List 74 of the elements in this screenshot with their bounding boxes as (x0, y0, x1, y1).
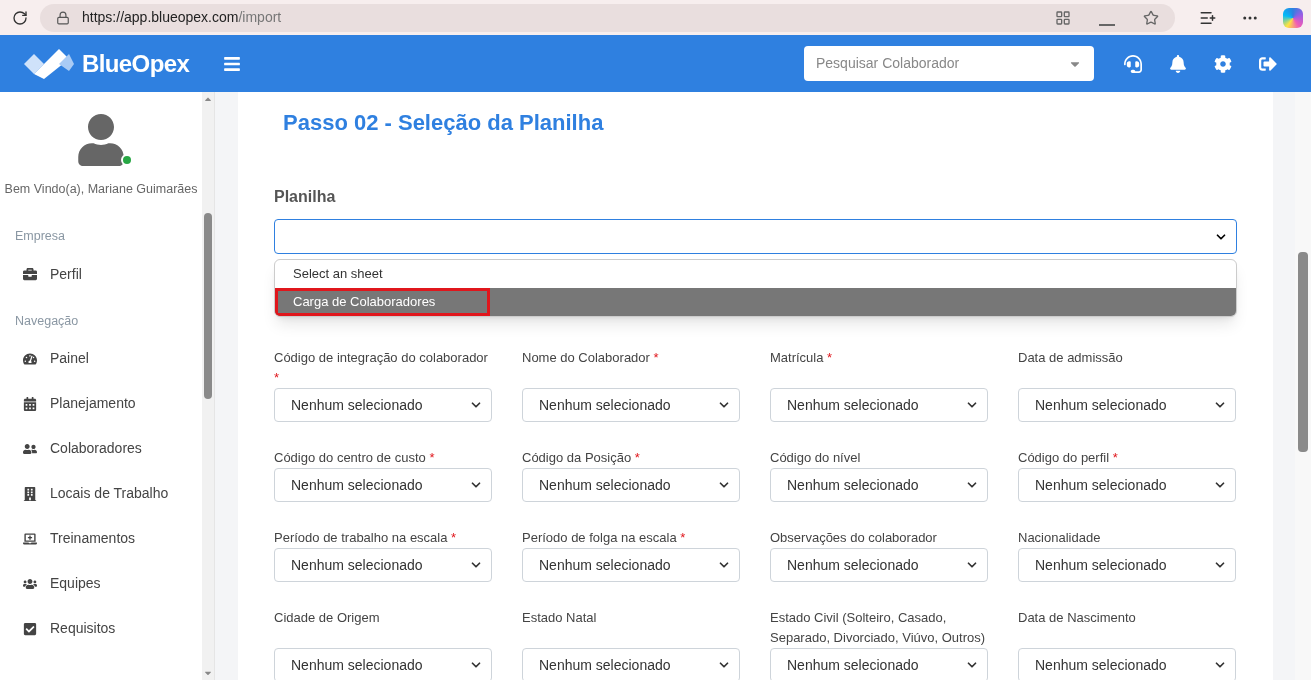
column-select[interactable]: Nenhum selecionado (274, 388, 492, 422)
column-select[interactable]: Nenhum selecionado (1018, 648, 1236, 680)
bell-icon[interactable] (1169, 54, 1187, 73)
field-label: Período de folga na escala * (522, 529, 687, 547)
field-label: Matrícula * (770, 349, 834, 367)
field-label: Código de integração do colaborador * (274, 349, 489, 387)
copilot-icon[interactable] (1283, 7, 1303, 28)
column-select[interactable]: Nenhum selecionado (274, 468, 492, 502)
group-icon (23, 576, 37, 591)
column-select[interactable]: Nenhum selecionado (1018, 388, 1236, 422)
lock-icon (56, 10, 70, 25)
sidebar-scrollbar[interactable] (202, 92, 214, 680)
sheet-select[interactable] (274, 219, 1237, 254)
field-label: Observações do colaborador (770, 529, 938, 547)
users-icon (23, 441, 37, 456)
calendar-icon (23, 396, 37, 411)
field-label: Data de Nascimento (1018, 609, 1137, 627)
search-field[interactable]: Pesquisar Colaborador (804, 46, 1094, 81)
column-select[interactable]: Nenhum selecionado (522, 388, 740, 422)
briefcase-icon (23, 267, 37, 281)
star-icon[interactable] (1143, 9, 1159, 26)
nav-item[interactable]: Requisitos (0, 606, 203, 652)
nav-item[interactable]: Planejamento (0, 381, 203, 427)
field-label: Código do nível (770, 449, 862, 467)
field-label: Estado Civil (Solteiro, Casado, Separado, Divorciado, Viúvo, Outros) (770, 609, 987, 647)
checkbox-icon (23, 621, 37, 636)
column-select[interactable]: Nenhum selecionado (770, 388, 988, 422)
sheet-label: Planilha (274, 187, 337, 207)
dropdown-option[interactable]: Carga de Colaboradores (275, 288, 1236, 316)
field-label: Cidade de Origem (274, 609, 381, 627)
step-title: Passo 02 - Seleção da Planilha (283, 109, 605, 137)
nav-item[interactable]: Equipes (0, 561, 203, 607)
field-label: Nacionalidade (1018, 529, 1102, 547)
field-label: Código da Posição * (522, 449, 641, 467)
column-select[interactable]: Nenhum selecionado (770, 548, 988, 582)
nav-item[interactable]: Painel (0, 336, 203, 382)
section-title: Empresa (14, 227, 67, 245)
field-label: Estado Natal (522, 609, 598, 627)
logout-icon[interactable] (1259, 54, 1277, 73)
page-scrollbar[interactable] (1295, 92, 1311, 680)
column-select[interactable]: Nenhum selecionado (522, 548, 740, 582)
nav-item[interactable]: Perfil (0, 251, 203, 297)
column-select[interactable]: Nenhum selecionado (522, 648, 740, 680)
nav-item[interactable]: Colaboradores (0, 426, 203, 472)
gauge-icon (23, 351, 37, 366)
menu-icon[interactable] (223, 54, 241, 73)
column-select[interactable]: Nenhum selecionado (770, 648, 988, 680)
field-label: Data de admissão (1018, 349, 1124, 367)
dropdown-option[interactable]: Select an sheet (275, 260, 1236, 288)
section-title: Navegação (14, 312, 80, 330)
scroll-thumb[interactable] (1298, 252, 1308, 452)
field-label: Código do perfil * (1018, 449, 1119, 467)
headset-icon[interactable] (1124, 54, 1142, 73)
field-label: Nome do Colaborador * (522, 349, 660, 367)
reload-icon[interactable] (12, 9, 28, 26)
field-label: Período de trabalho na escala * (274, 529, 458, 547)
column-select[interactable]: Nenhum selecionado (770, 468, 988, 502)
column-select[interactable]: Nenhum selecionado (1018, 468, 1236, 502)
logo-icon (24, 48, 74, 79)
column-select[interactable]: Nenhum selecionado (1018, 548, 1236, 582)
devices-icon (23, 531, 37, 546)
scroll-thumb[interactable] (204, 213, 213, 399)
nav-item[interactable]: Locais de Trabalho (0, 471, 203, 517)
building-icon (23, 486, 37, 501)
field-label: Código do centro de custo * (274, 449, 436, 467)
column-select[interactable]: Nenhum selecionado (274, 648, 492, 680)
settings-icon[interactable] (1214, 54, 1232, 73)
brand-name: BlueOpex (82, 48, 190, 79)
column-select[interactable]: Nenhum selecionado (274, 548, 492, 582)
nav-item[interactable]: Treinamentos (0, 516, 203, 562)
grid-icon[interactable] (1055, 9, 1071, 26)
welcome-text: Bem Vindo(a), Mariane Guimarães (4, 181, 198, 198)
column-select[interactable]: Nenhum selecionado (522, 468, 740, 502)
address-bar[interactable]: https://app.blueopex.com/import (40, 3, 1175, 32)
